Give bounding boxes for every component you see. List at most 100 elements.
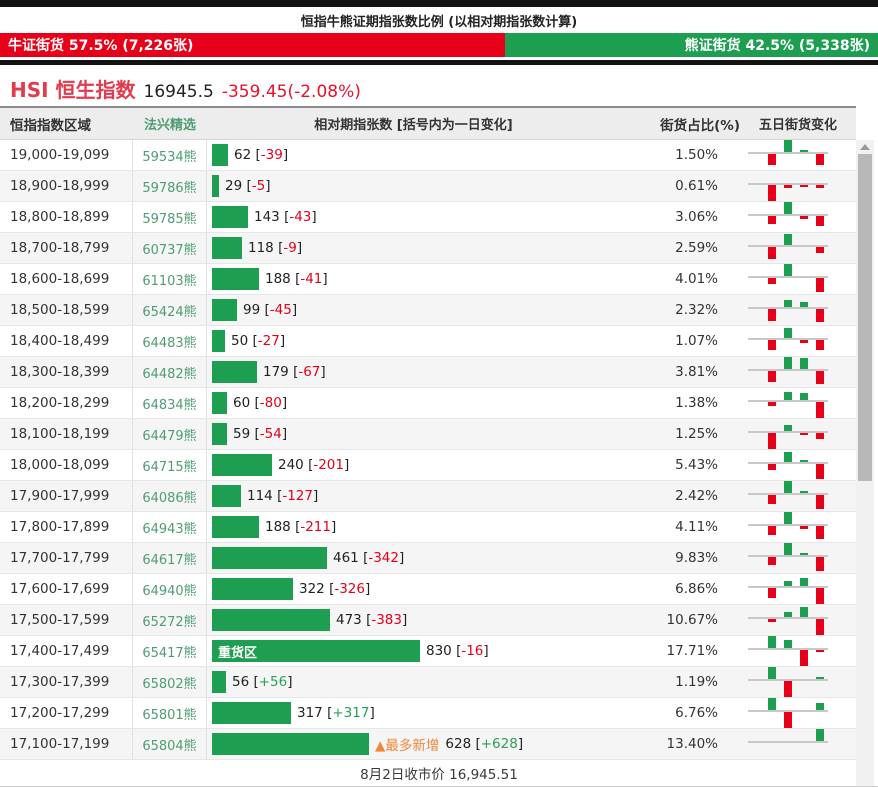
five-day-spark-cell	[740, 698, 856, 728]
table-row: 19,000-19,099 59534熊 62 [-39] 1.50%	[0, 140, 856, 171]
spark-bar-down	[800, 185, 808, 187]
table-row: 17,600-17,699 64940熊 322 [-326] 6.86%	[0, 574, 856, 605]
spark-bar-up	[784, 481, 792, 493]
warrant-code-link[interactable]: 64483熊	[133, 326, 207, 356]
spark-bar-up	[784, 425, 792, 431]
bracket: ]	[265, 178, 271, 194]
volume-bar	[212, 361, 257, 383]
volume-value: 240	[278, 457, 304, 473]
volume-value: 628	[445, 736, 472, 752]
spark-bar-up	[800, 393, 808, 400]
five-day-spark-chart	[748, 140, 828, 170]
one-day-change: -5	[251, 178, 266, 194]
page-title: 恒指牛熊证期指张数比例 (以相对期指张数计算)	[300, 15, 578, 30]
spark-bar-up	[784, 512, 792, 524]
warrant-code-link[interactable]: 65802熊	[133, 667, 207, 697]
warrant-code-link[interactable]: 65272熊	[133, 605, 207, 635]
table-row: 18,600-18,699 61103熊 188 [-41] 4.01%	[0, 264, 856, 295]
col-header-code: 法兴精选	[143, 118, 196, 133]
volume-value: 118	[248, 240, 274, 256]
spark-bar-up	[800, 578, 808, 586]
index-range: 18,500-18,599	[0, 295, 133, 325]
street-ratio-pct: 9.83%	[675, 550, 718, 566]
bracket: ]	[282, 147, 289, 163]
volume-value: 29	[225, 178, 243, 194]
volume-bar-cell: 56 [+56]	[207, 667, 620, 697]
bracket: ]	[291, 302, 298, 318]
warrant-code-link[interactable]: 64479熊	[133, 419, 207, 449]
spark-bar-down	[768, 464, 776, 470]
bracket: [	[250, 426, 260, 442]
five-day-spark-cell	[740, 419, 856, 449]
spark-bar-down	[768, 402, 776, 406]
index-range: 18,400-18,499	[0, 326, 133, 356]
bull-ratio-segment: 牛证街货 57.5% (7,226张)	[0, 33, 505, 57]
warrant-code-link[interactable]: 65801熊	[133, 698, 207, 728]
volume-bar-cell: 99 [-45]	[207, 295, 620, 325]
warrant-code-link[interactable]: 64482熊	[133, 357, 207, 387]
table-row: 18,100-18,199 64479熊 59 [-54] 1.25%	[0, 419, 856, 450]
bear-ratio-segment: 熊证街货 42.5% (5,338张)	[504, 33, 878, 57]
volume-bar	[212, 516, 259, 538]
warrant-code-link[interactable]: 65804熊	[133, 729, 207, 759]
warrant-code-link[interactable]: 64617熊	[133, 543, 207, 573]
warrant-code-link[interactable]: 64715熊	[133, 450, 207, 480]
five-day-spark-cell	[740, 357, 856, 387]
table-row: 17,100-17,199 65804熊 ▲最多新增 628 [+628] 13.40%	[0, 729, 856, 760]
scroll-up-button[interactable]	[856, 140, 874, 154]
spark-bar-up	[784, 640, 792, 648]
one-day-change: -67	[298, 364, 321, 380]
volume-value: 56	[232, 674, 250, 690]
street-ratio-pct: 2.59%	[675, 240, 718, 256]
warrant-code-link[interactable]: 64086熊	[133, 481, 207, 511]
warrant-code-link[interactable]: 65424熊	[133, 295, 207, 325]
warrant-code-link[interactable]: 61103熊	[133, 264, 207, 294]
table-row: 17,300-17,399 65802熊 56 [+56] 1.19%	[0, 667, 856, 698]
index-change: -359.45(-2.08%)	[221, 82, 361, 102]
volume-value: 179	[263, 364, 289, 380]
one-day-change: -41	[300, 271, 323, 287]
volume-value: 99	[243, 302, 261, 318]
one-day-change: -9	[283, 240, 297, 256]
spark-bar-up	[784, 140, 792, 152]
five-day-spark-cell	[740, 233, 856, 263]
volume-value: 317	[297, 705, 323, 721]
one-day-change: -211	[300, 519, 331, 535]
warrant-code-link[interactable]: 64940熊	[133, 574, 207, 604]
volume-bar	[212, 175, 219, 197]
spark-bar-up	[800, 302, 808, 307]
volume-value: 143	[254, 209, 280, 225]
spark-bar-up	[800, 607, 808, 617]
warrant-code-link[interactable]: 64943熊	[133, 512, 207, 542]
table-row: 18,500-18,599 65424熊 99 [-45] 2.32%	[0, 295, 856, 326]
scrollbar-thumb[interactable]	[858, 154, 872, 481]
bracket: ]	[311, 209, 317, 225]
five-day-spark-chart	[748, 543, 828, 573]
spark-bar-down	[768, 340, 776, 350]
spark-bar-down	[768, 185, 776, 201]
spark-bar-down	[800, 216, 808, 219]
spark-bar-up	[816, 703, 824, 710]
table-row: 18,000-18,099 64715熊 240 [-201] 5.43%	[0, 450, 856, 481]
one-day-change: -45	[269, 302, 292, 318]
volume-bar-cell: 188 [-211]	[207, 512, 620, 542]
bracket: [	[279, 209, 290, 225]
index-price: 16945.5	[143, 82, 214, 102]
spark-bar-up	[784, 612, 792, 617]
warrant-code-link[interactable]: 60737熊	[133, 233, 207, 263]
five-day-spark-cell	[740, 667, 856, 697]
warrant-code-link[interactable]: 64834熊	[133, 388, 207, 418]
spark-bar-down	[768, 278, 776, 284]
table-body: 19,000-19,099 59534熊 62 [-39] 1.50% 18,900-1…	[0, 140, 856, 760]
warrant-code-link[interactable]: 59785熊	[133, 202, 207, 232]
spark-bar-down	[816, 278, 824, 292]
index-range: 17,200-17,299	[0, 698, 133, 728]
volume-bar-cell: 118 [-9]	[207, 233, 620, 263]
volume-bar	[212, 671, 226, 693]
volume-bar-cell: 29 [-5]	[207, 171, 620, 201]
warrant-code-link[interactable]: 59786熊	[133, 171, 207, 201]
street-ratio-pct: 3.81%	[675, 364, 718, 380]
warrant-code-link[interactable]: 65417熊	[133, 636, 207, 666]
warrant-code-link[interactable]: 59534熊	[133, 140, 207, 170]
scrollbar[interactable]	[856, 140, 874, 786]
